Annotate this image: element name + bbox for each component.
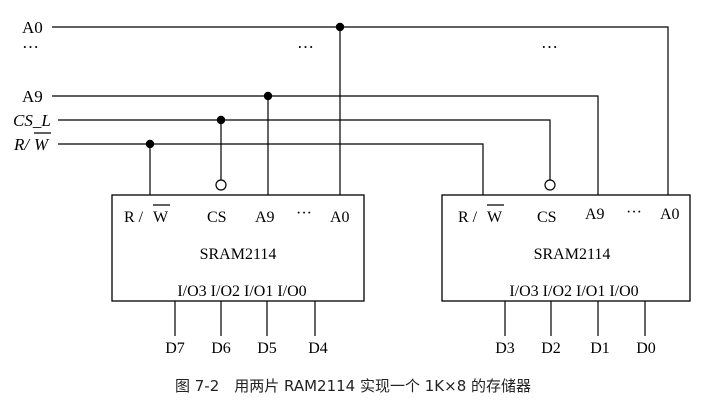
rw-label: R/ W [13, 132, 51, 154]
chip-right-pin-a9: A9 [585, 206, 605, 223]
rw-label-w: W [34, 135, 50, 154]
chip-right-pin-cs: CS [537, 209, 557, 226]
mid-ellipsis-right: … [541, 33, 558, 52]
address-ellipsis-label: … [22, 33, 39, 52]
cs-bus-line [58, 119, 551, 180]
rw-label-r: R/ [13, 135, 31, 154]
rw-bus-line [58, 143, 484, 195]
chip-left-pin-a0: A0 [330, 209, 350, 226]
d0-label: D0 [636, 340, 656, 357]
chip-left-pin-r: R / [124, 209, 144, 226]
chip-right-pin-r: R / [458, 209, 478, 226]
chip-left-name: SRAM2114 [200, 246, 277, 263]
d1-label: D1 [590, 340, 610, 357]
chip-right-name: SRAM2114 [534, 246, 611, 263]
d5-label: D5 [257, 340, 277, 357]
chip-left-pin-a9: A9 [255, 209, 275, 226]
a0-bus-line [52, 26, 669, 195]
a9-label: A9 [22, 87, 43, 106]
chip-right-pin-a0: A0 [660, 206, 680, 223]
chip-right-pin-dots: ··· [626, 204, 642, 221]
chip-left-pin-cs: CS [207, 209, 227, 226]
a9-bus-line [52, 95, 599, 195]
chip-right: R / W CS A9 ··· A0 SRAM2114 I/O3 I/O2 I/… [441, 194, 691, 302]
cs-right-inversion-bubble [544, 179, 556, 191]
mid-ellipsis-left: … [297, 33, 314, 52]
chip-right-io-pins: I/O3 I/O2 I/O1 I/O0 [509, 283, 638, 300]
chip-left-io-pins: I/O3 I/O2 I/O1 I/O0 [177, 283, 306, 300]
figure-caption: 图 7-2 用两片 RAM2114 实现一个 1K×8 的存储器 [175, 377, 531, 395]
chip-left: R / W CS A9 ··· A0 SRAM2114 I/O3 I/O2 I/… [111, 194, 365, 302]
d6-label: D6 [211, 340, 231, 357]
d4-label: D4 [308, 340, 328, 357]
cs-label: CS_L [13, 111, 51, 130]
d2-label: D2 [541, 340, 561, 357]
chip-left-pin-dots: ··· [296, 205, 312, 222]
memory-diagram: A0 … … … A9 CS_L R/ W R / W CS A9 ··· A0… [13, 18, 691, 395]
chip-right-pin-w: W [487, 209, 503, 226]
d7-label: D7 [165, 340, 185, 357]
cs-left-inversion-bubble [215, 179, 227, 191]
chip-left-pin-w: W [153, 209, 169, 226]
d3-label: D3 [495, 340, 515, 357]
